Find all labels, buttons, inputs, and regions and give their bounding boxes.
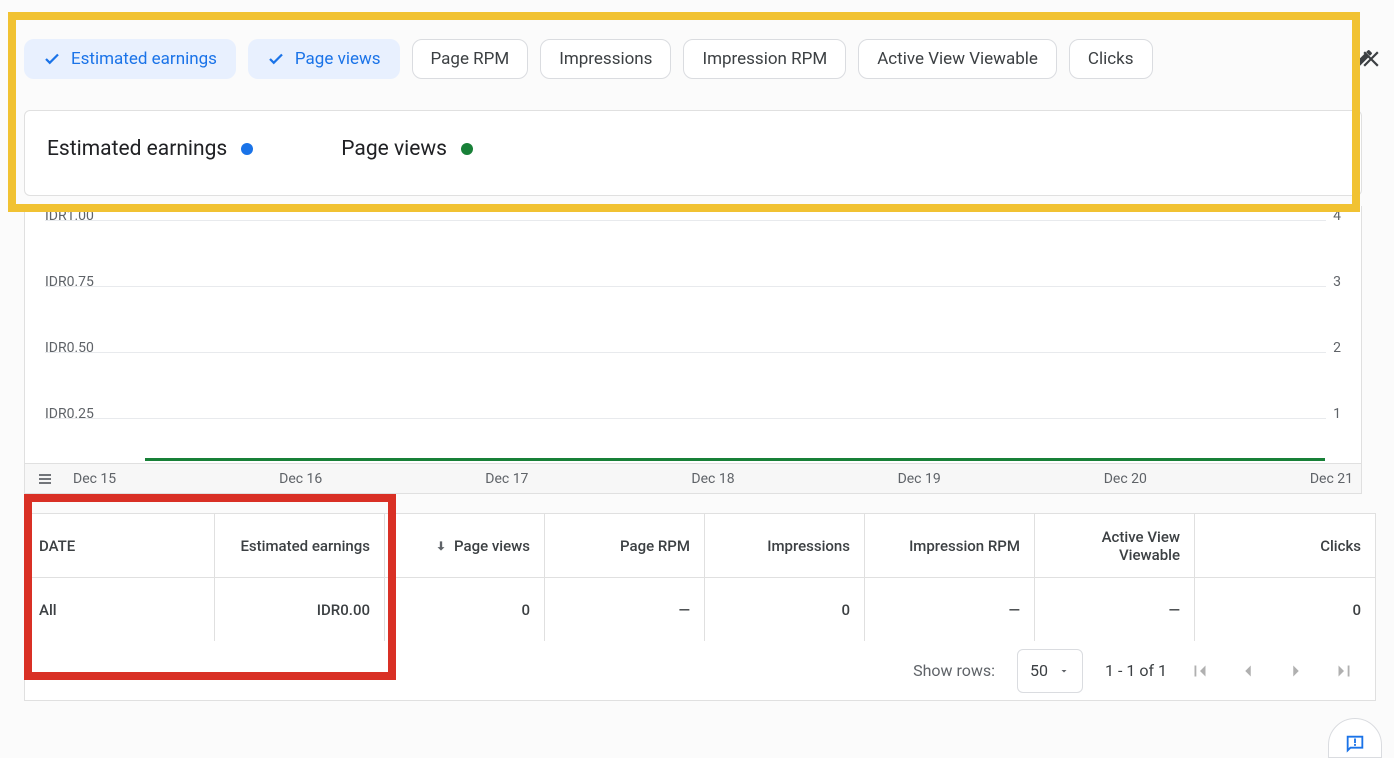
chart-area: IDR1.00 4 IDR0.75 3 IDR0.50 2 IDR0.25 1 … (24, 206, 1362, 494)
show-rows-label: Show rows: (913, 661, 995, 680)
chip-label: Active View Viewable (877, 49, 1038, 69)
rows-value: 50 (1030, 661, 1048, 680)
col-impressions[interactable]: Impressions (705, 514, 865, 578)
chart-gridline (45, 220, 1326, 221)
cell-page-rpm: — (545, 578, 705, 642)
prev-page-icon[interactable] (1237, 660, 1259, 682)
header-label: Impressions (767, 537, 850, 555)
cell-date: All (25, 578, 215, 642)
x-tick: Dec 21 (1310, 471, 1353, 487)
chip-page-rpm[interactable]: Page RPM (412, 39, 529, 79)
x-tick: Dec 16 (279, 471, 322, 487)
col-page-views[interactable]: Page views (385, 514, 545, 578)
col-date[interactable]: DATE (25, 514, 215, 578)
col-active-view-viewable[interactable]: Active View Viewable (1035, 514, 1195, 578)
y-left-tick: IDR0.50 (45, 340, 94, 356)
y-right-tick: 4 (1333, 208, 1341, 224)
legend-dot-icon (241, 143, 253, 155)
chip-label: Page RPM (431, 49, 510, 69)
sort-desc-icon (434, 539, 448, 553)
table-row: All IDR0.00 0 — 0 — — 0 (25, 578, 1376, 642)
chip-label: Estimated earnings (71, 49, 217, 69)
edit-metrics-button[interactable] (1342, 38, 1384, 80)
pagination-bar: Show rows: 50 1 - 1 of 1 (24, 641, 1376, 701)
cell-estimated-earnings: IDR0.00 (215, 578, 385, 642)
feedback-icon (1344, 733, 1366, 755)
legend-label: Page views (341, 137, 447, 161)
next-page-icon[interactable] (1285, 660, 1307, 682)
chip-active-view-viewable[interactable]: Active View Viewable (858, 39, 1057, 79)
col-clicks[interactable]: Clicks (1195, 514, 1376, 578)
chip-label: Impressions (559, 49, 652, 69)
col-impression-rpm[interactable]: Impression RPM (865, 514, 1035, 578)
col-page-rpm[interactable]: Page RPM (545, 514, 705, 578)
chip-impression-rpm[interactable]: Impression RPM (683, 39, 846, 79)
report-table: DATE Estimated earnings Page views Page … (24, 513, 1376, 642)
chip-label: Clicks (1088, 49, 1134, 69)
x-tick: Dec 17 (485, 471, 528, 487)
y-right-tick: 1 (1333, 406, 1341, 422)
chart-menu-icon[interactable] (25, 464, 65, 493)
cell-impression-rpm: — (865, 578, 1035, 642)
cell-page-views: 0 (385, 578, 545, 642)
last-page-icon[interactable] (1333, 660, 1355, 682)
cell-impressions: 0 (705, 578, 865, 642)
x-tick: Dec 20 (1104, 471, 1147, 487)
col-estimated-earnings[interactable]: Estimated earnings (215, 514, 385, 578)
chip-label: Page views (295, 49, 381, 69)
y-right-tick: 3 (1333, 274, 1341, 290)
dropdown-icon (1058, 665, 1070, 677)
header-label: DATE (39, 537, 75, 555)
feedback-button[interactable] (1328, 718, 1382, 758)
chart-gridline (45, 352, 1326, 353)
page-range-text: 1 - 1 of 1 (1105, 661, 1167, 680)
y-left-tick: IDR0.25 (45, 406, 94, 422)
chip-page-views[interactable]: Page views (248, 39, 400, 79)
chip-label: Impression RPM (702, 49, 827, 69)
metric-chip-row: Estimated earnings Page views Page RPM I… (24, 38, 1384, 80)
legend-item-estimated-earnings: Estimated earnings (47, 137, 253, 161)
check-icon (43, 50, 61, 68)
cell-active-view-viewable: — (1035, 578, 1195, 642)
pencil-icon (1351, 47, 1375, 71)
page-nav (1189, 660, 1355, 682)
header-label: Estimated earnings (240, 537, 370, 555)
chart-gridline (45, 418, 1326, 419)
x-tick: Dec 18 (691, 471, 734, 487)
chip-estimated-earnings[interactable]: Estimated earnings (24, 39, 236, 79)
check-icon (267, 50, 285, 68)
first-page-icon[interactable] (1189, 660, 1211, 682)
header-label: Active View Viewable (1102, 528, 1180, 564)
chip-clicks[interactable]: Clicks (1069, 39, 1153, 79)
rows-per-page-select[interactable]: 50 (1017, 649, 1083, 693)
header-label: Page views (454, 537, 530, 555)
x-tick: Dec 19 (898, 471, 941, 487)
chart-x-axis: Dec 15 Dec 16 Dec 17 Dec 18 Dec 19 Dec 2… (25, 463, 1361, 493)
y-left-tick: IDR1.00 (45, 208, 94, 224)
cell-clicks: 0 (1195, 578, 1376, 642)
legend-item-page-views: Page views (341, 137, 473, 161)
chart-series-page-views (145, 458, 1325, 461)
chart-legend-panel: Estimated earnings Page views (24, 110, 1362, 196)
y-left-tick: IDR0.75 (45, 274, 94, 290)
chart-gridline (45, 286, 1326, 287)
header-label: Impression RPM (909, 537, 1020, 555)
table-header-row: DATE Estimated earnings Page views Page … (25, 514, 1376, 578)
legend-label: Estimated earnings (47, 137, 227, 161)
y-right-tick: 2 (1333, 340, 1341, 356)
header-label: Clicks (1320, 537, 1361, 555)
chip-impressions[interactable]: Impressions (540, 39, 671, 79)
legend-dot-icon (461, 143, 473, 155)
x-tick: Dec 15 (73, 471, 116, 487)
header-label: Page RPM (620, 537, 690, 555)
